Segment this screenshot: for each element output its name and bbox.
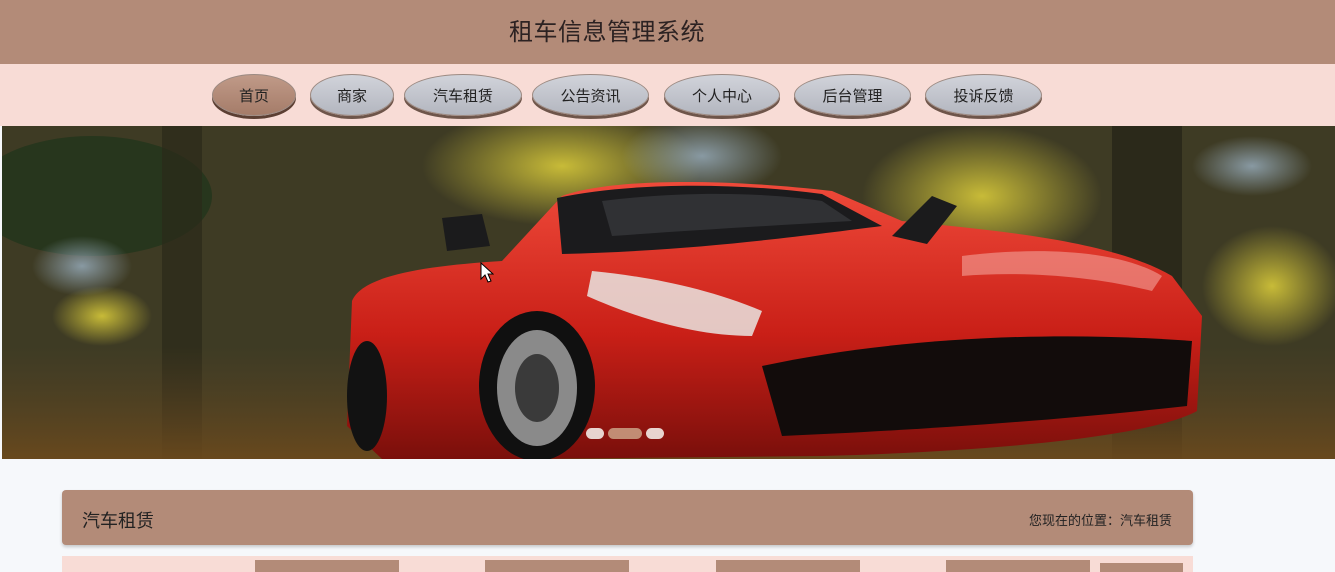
car-card[interactable] xyxy=(255,560,399,572)
nav-item-home[interactable]: 首页 xyxy=(212,74,296,116)
nav-item-merchants[interactable]: 商家 xyxy=(310,74,394,116)
section-title: 汽车租赁 xyxy=(82,511,154,532)
breadcrumb: 您现在的位置：汽车租赁 xyxy=(1028,514,1172,529)
carousel-dot[interactable] xyxy=(646,428,664,439)
nav-item-admin[interactable]: 后台管理 xyxy=(794,74,911,116)
mouse-pointer-icon xyxy=(480,262,494,283)
car-card[interactable] xyxy=(485,560,629,572)
page: 租车信息管理系统 首页 商家 汽车租赁 公告资讯 个人中心 后台管理 投诉反馈 xyxy=(0,0,1335,572)
section-header: 汽车租赁 您现在的位置：汽车租赁 xyxy=(62,490,1193,545)
carousel-dot[interactable] xyxy=(586,428,604,439)
car-card[interactable] xyxy=(716,560,860,572)
nav-item-announcements[interactable]: 公告资讯 xyxy=(532,74,649,116)
nav-item-feedback[interactable]: 投诉反馈 xyxy=(925,74,1042,116)
banner-carousel[interactable] xyxy=(2,126,1335,459)
car-card[interactable] xyxy=(1100,563,1183,572)
nav-item-personal-center[interactable]: 个人中心 xyxy=(664,74,780,116)
carousel-indicators xyxy=(586,428,664,439)
banner-car-image xyxy=(2,126,1335,459)
nav-item-car-rental[interactable]: 汽车租赁 xyxy=(404,74,522,116)
site-title: 租车信息管理系统 xyxy=(509,18,705,46)
site-header: 租车信息管理系统 xyxy=(0,0,1335,64)
main-nav: 首页 商家 汽车租赁 公告资讯 个人中心 后台管理 投诉反馈 xyxy=(0,64,1335,126)
carousel-dot-active[interactable] xyxy=(608,428,642,439)
car-card[interactable] xyxy=(946,560,1090,572)
